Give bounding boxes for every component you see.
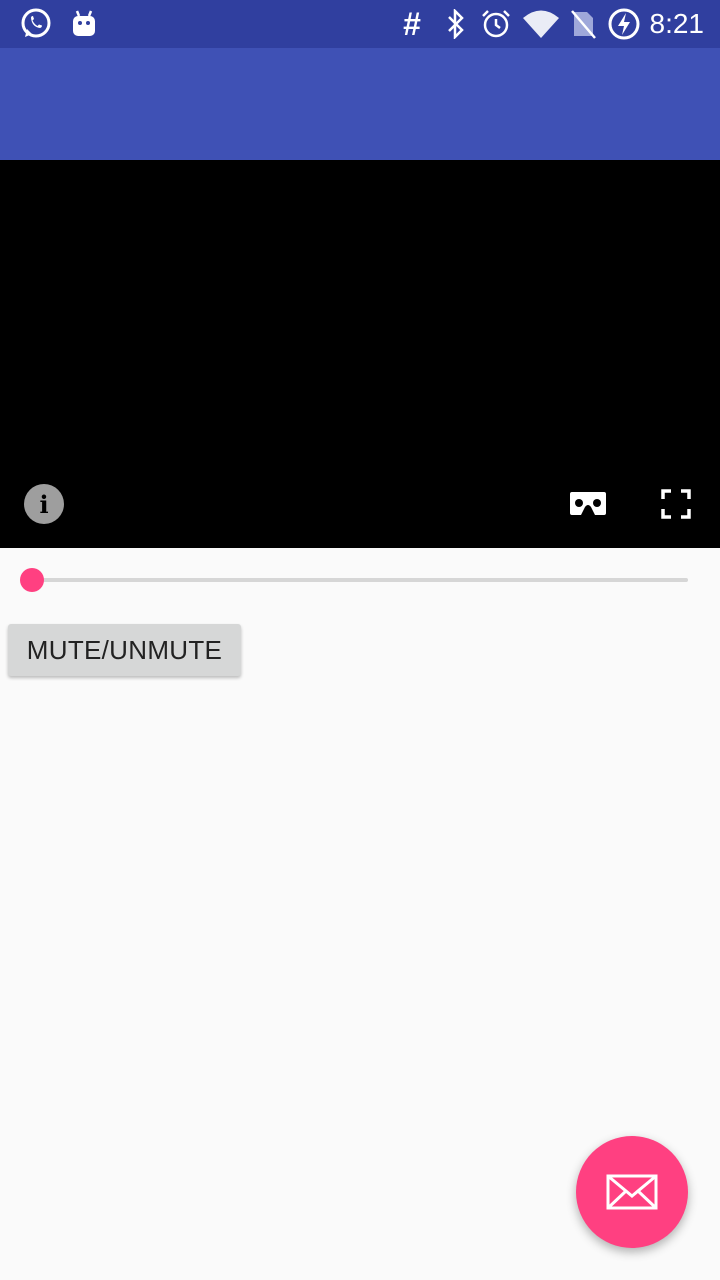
- email-fab-button[interactable]: [576, 1136, 688, 1248]
- cardboard-vr-button[interactable]: [566, 486, 610, 522]
- info-icon: i: [39, 489, 49, 519]
- seek-track[interactable]: [32, 578, 688, 582]
- fullscreen-icon: [661, 489, 691, 519]
- status-bar: # 8:21: [0, 0, 720, 48]
- wifi-icon: [522, 6, 560, 42]
- no-sim-icon: [568, 6, 598, 42]
- hash-icon: #: [403, 5, 421, 42]
- cardboard-vr-icon: [570, 492, 606, 515]
- alarm-icon: [480, 6, 512, 42]
- bluetooth-icon: [442, 6, 470, 42]
- email-icon: [606, 1174, 658, 1210]
- seek-thumb[interactable]: [20, 568, 44, 592]
- fullscreen-button[interactable]: [656, 484, 696, 524]
- mute-unmute-button[interactable]: MUTE/UNMUTE: [8, 624, 241, 676]
- info-button[interactable]: i: [24, 484, 64, 524]
- status-time: 8:21: [649, 8, 705, 39]
- battery-charging-icon: [606, 6, 642, 42]
- video-player[interactable]: i: [0, 160, 720, 548]
- app-bar: [0, 48, 720, 160]
- android-icon: [68, 6, 100, 42]
- whatsapp-icon: [18, 6, 54, 42]
- seek-bar[interactable]: [16, 564, 692, 596]
